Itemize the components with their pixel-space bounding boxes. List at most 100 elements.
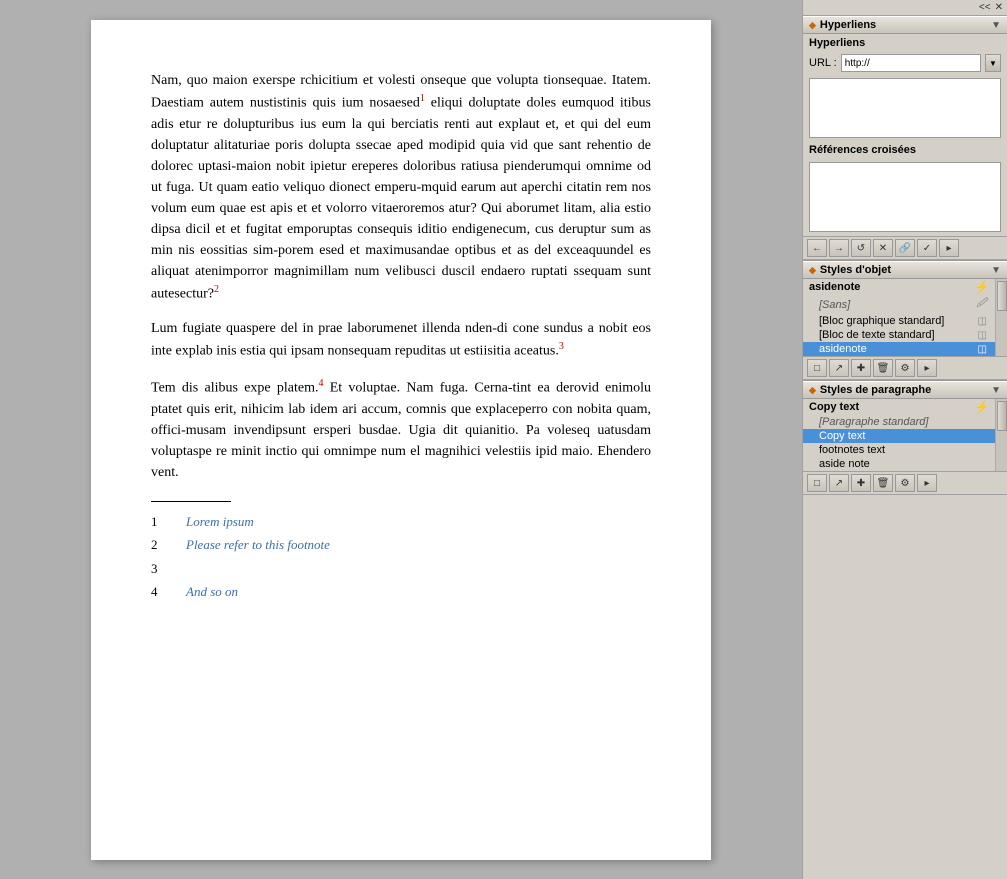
footnote-text: Please refer to this footnote	[186, 535, 330, 555]
close-button[interactable]: ✕	[995, 2, 1003, 13]
footnote-item: 1 Lorem ipsum	[151, 512, 651, 532]
page: Nam, quo maion exerspe rchicitium et vol…	[91, 20, 711, 860]
collapse-button[interactable]: <<	[979, 2, 991, 13]
object-styles-list: asidenote ⚡ [Sans] 🖉 [Bloc graphique sta…	[803, 279, 995, 356]
para-style-label: Copy text	[819, 430, 865, 442]
url-row: URL : ▼	[803, 52, 1007, 74]
sup-2: 2	[214, 284, 219, 295]
para-style-label: [Paragraphe standard]	[819, 416, 928, 428]
para-styles-list-container: Copy text ⚡ [Paragraphe standard] Copy t…	[803, 399, 1007, 471]
object-style-label: [Bloc graphique standard]	[819, 315, 944, 327]
hyperlinks-panel-title: Hyperliens	[803, 34, 1007, 52]
diamond-icon: ◆	[809, 20, 816, 31]
duplicate-object-style-button[interactable]: ↗	[829, 359, 849, 377]
footnotes: 1 Lorem ipsum 2 Please refer to this foo…	[151, 512, 651, 602]
object-styles-thunder-icon: ⚡	[974, 280, 989, 294]
object-styles-current-label: asidenote	[809, 281, 860, 293]
para-style-label: footnotes text	[819, 444, 885, 456]
object-style-item-sans[interactable]: [Sans] 🖉	[803, 295, 995, 314]
para-style-label: aside note	[819, 458, 870, 470]
hyperlinks-section-header: ◆ Hyperliens ▼	[803, 16, 1007, 34]
paragraph-3: Tem dis alibus expe platem.4 Et voluptae…	[151, 376, 651, 483]
footnote-divider	[151, 501, 231, 502]
para-style-item-footnotes[interactable]: footnotes text	[803, 443, 995, 457]
back-button[interactable]: ←	[807, 239, 827, 257]
style-icon: ◫	[978, 316, 987, 327]
object-styles-section-title: Styles d'objet	[820, 264, 891, 276]
object-styles-section-header: ◆ Styles d'objet ▼	[803, 261, 1007, 279]
para-styles-toolbar: □ ↗ ✚ 🗑 ⚙ ▸	[803, 471, 1007, 495]
diamond-icon: ◆	[809, 385, 816, 396]
para-styles-scrollbar[interactable]	[995, 399, 1007, 471]
footnote-num: 1	[151, 512, 166, 532]
url-input[interactable]	[841, 54, 981, 72]
object-style-label: [Bloc de texte standard]	[819, 329, 935, 341]
new-object-style-button[interactable]: □	[807, 359, 827, 377]
object-styles-scroll-thumb[interactable]	[997, 281, 1007, 311]
para-styles-section-title: Styles de paragraphe	[820, 384, 931, 396]
footnote-text: And so on	[186, 582, 238, 602]
object-style-item-bloc-graphique[interactable]: [Bloc graphique standard] ◫	[803, 314, 995, 328]
footnote-num: 2	[151, 535, 166, 555]
para-styles-collapse-btn[interactable]: ▼	[991, 385, 1001, 396]
para-style-item-standard[interactable]: [Paragraphe standard]	[803, 415, 995, 429]
document-area: Nam, quo maion exerspe rchicitium et vol…	[0, 0, 802, 879]
hyperlinks-section: ◆ Hyperliens ▼ Hyperliens URL : ▼ Référe…	[803, 16, 1007, 261]
object-styles-section: ◆ Styles d'objet ▼ asidenote ⚡ [Sans] 🖉 …	[803, 261, 1007, 381]
sup-4: 4	[318, 378, 323, 389]
forward-button[interactable]: →	[829, 239, 849, 257]
hyperlinks-section-title: Hyperliens	[820, 19, 876, 31]
right-panel: << ✕ ◆ Hyperliens ▼ Hyperliens URL : ▼ R…	[802, 0, 1007, 879]
para-styles-scroll-thumb[interactable]	[997, 401, 1007, 431]
object-style-label: [Sans]	[819, 299, 850, 311]
para-styles-thunder-icon: ⚡	[974, 400, 989, 414]
object-style-item-bloc-texte[interactable]: [Bloc de texte standard] ◫	[803, 328, 995, 342]
duplicate-para-style-button[interactable]: ↗	[829, 474, 849, 492]
para-styles-section-header: ◆ Styles de paragraphe ▼	[803, 381, 1007, 399]
object-style-more-button[interactable]: ▸	[917, 359, 937, 377]
object-style-label: asidenote	[819, 343, 867, 355]
footnote-item: 4 And so on	[151, 582, 651, 602]
delete-object-style-button[interactable]: 🗑	[873, 359, 893, 377]
object-styles-toolbar: □ ↗ ✚ 🗑 ⚙ ▸	[803, 356, 1007, 380]
paragraph-1: Nam, quo maion exerspe rchicitium et vol…	[151, 70, 651, 304]
para-style-more-button[interactable]: ▸	[917, 474, 937, 492]
refresh-button[interactable]: ↺	[851, 239, 871, 257]
footnote-text: Lorem ipsum	[186, 512, 254, 532]
cross-ref-area[interactable]	[809, 162, 1001, 232]
hyperlinks-collapse-btn[interactable]: ▼	[991, 20, 1001, 31]
delete-hyperlink-button[interactable]: ✕	[873, 239, 893, 257]
object-style-item-asidenote[interactable]: asidenote ◫	[803, 342, 995, 356]
more-button[interactable]: ▸	[939, 239, 959, 257]
sup-3: 3	[559, 341, 564, 352]
style-icon: ◫	[978, 330, 987, 341]
para-styles-section: ◆ Styles de paragraphe ▼ Copy text ⚡ [Pa…	[803, 381, 1007, 495]
para-styles-list: Copy text ⚡ [Paragraphe standard] Copy t…	[803, 399, 995, 471]
footnote-item: 2 Please refer to this footnote	[151, 535, 651, 555]
url-dropdown-button[interactable]: ▼	[985, 54, 1001, 72]
delete-para-style-button[interactable]: 🗑	[873, 474, 893, 492]
para-style-item-aside[interactable]: aside note	[803, 457, 995, 471]
object-styles-scrollbar[interactable]	[995, 279, 1007, 356]
object-style-settings-button[interactable]: ⚙	[895, 359, 915, 377]
sup-1: 1	[420, 93, 425, 104]
panel-top-bar: << ✕	[803, 0, 1007, 16]
object-styles-collapse-btn[interactable]: ▼	[991, 265, 1001, 276]
footnote-num: 4	[151, 582, 166, 602]
para-style-settings-button[interactable]: ⚙	[895, 474, 915, 492]
cross-ref-label: Références croisées	[803, 142, 1007, 158]
style-icon: ◫	[978, 344, 987, 355]
object-styles-list-container: asidenote ⚡ [Sans] 🖉 [Bloc graphique sta…	[803, 279, 1007, 356]
footnote-num: 3	[151, 559, 166, 579]
footnote-item: 3	[151, 559, 651, 579]
hyperlinks-toolbar: ← → ↺ ✕ 🔗 ✓ ▸	[803, 236, 1007, 260]
para-styles-current-label: Copy text	[809, 401, 859, 413]
new-para-style-button[interactable]: □	[807, 474, 827, 492]
confirm-button[interactable]: ✓	[917, 239, 937, 257]
paragraph-2: Lum fugiate quaspere del in prae laborum…	[151, 318, 651, 362]
add-para-style-button[interactable]: ✚	[851, 474, 871, 492]
link-button[interactable]: 🔗	[895, 239, 915, 257]
add-object-style-button[interactable]: ✚	[851, 359, 871, 377]
para-style-item-copy-text[interactable]: Copy text	[803, 429, 995, 443]
hyperlinks-text-area[interactable]	[809, 78, 1001, 138]
